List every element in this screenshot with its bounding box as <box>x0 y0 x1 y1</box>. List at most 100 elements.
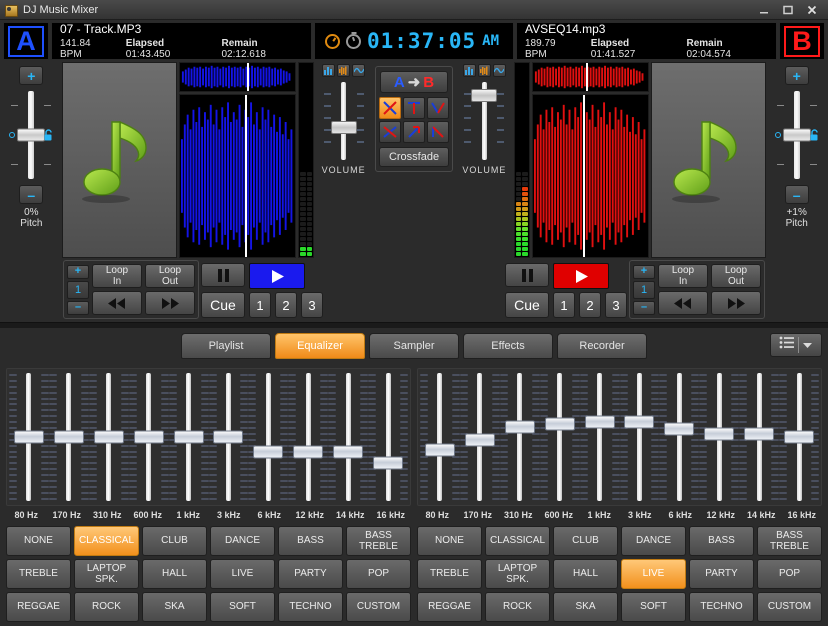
eq-b-band-1[interactable] <box>420 373 460 501</box>
eq-a-band-5[interactable] <box>168 373 209 501</box>
eq-a-preset-hall[interactable]: HALL <box>142 559 207 589</box>
eq-a-band-1[interactable] <box>9 373 49 501</box>
eq-a-preset-none[interactable]: NONE <box>6 526 71 556</box>
deck-b-pitch-up-button[interactable]: + <box>784 66 809 85</box>
eq-b-preset-dance[interactable]: DANCE <box>621 526 686 556</box>
deck-b-play-button[interactable] <box>553 263 609 289</box>
eq-a-band-10[interactable] <box>368 373 409 501</box>
deck-a-waveform-overview[interactable] <box>179 62 297 92</box>
deck-b-waveform-icon[interactable] <box>477 64 491 77</box>
eq-b-handle-7[interactable] <box>664 422 695 436</box>
eq-a-handle-1[interactable] <box>13 430 44 444</box>
eq-b-preset-soft[interactable]: SOFT <box>621 592 686 622</box>
eq-a-handle-6[interactable] <box>213 430 244 444</box>
deck-b-loop-decrease-button[interactable]: – <box>633 300 655 315</box>
deck-b-pitch-down-button[interactable]: – <box>784 185 809 204</box>
curve-cross-icon[interactable] <box>379 121 402 143</box>
tab-effects[interactable]: Effects <box>463 333 553 359</box>
deck-b-hotcue-3[interactable]: 3 <box>605 292 627 318</box>
eq-b-band-6[interactable] <box>619 373 660 501</box>
eq-b-preset-bass-treble[interactable]: BASS TREBLE <box>757 526 822 556</box>
curve-up-icon[interactable] <box>403 121 426 143</box>
eq-b-preset-none[interactable]: NONE <box>417 526 482 556</box>
deck-a-hotcue-2[interactable]: 2 <box>275 292 297 318</box>
deck-a-pitch-down-button[interactable]: – <box>19 185 44 204</box>
curve-t-icon[interactable] <box>403 97 426 119</box>
eq-b-preset-bass[interactable]: BASS <box>689 526 754 556</box>
deck-b-pause-button[interactable] <box>505 263 549 287</box>
deck-a-pitch-up-button[interactable]: + <box>19 66 44 85</box>
deck-b-loop-in-button[interactable]: Loop In <box>658 264 708 288</box>
deck-b-sinewave-icon[interactable] <box>492 64 506 77</box>
eq-a-preset-classical[interactable]: CLASSICAL <box>74 526 139 556</box>
eq-b-preset-live[interactable]: LIVE <box>621 559 686 589</box>
crossfade-ab-button[interactable]: A ➜ B <box>380 71 449 93</box>
eq-a-handle-4[interactable] <box>133 430 164 444</box>
eq-b-preset-techno[interactable]: TECHNO <box>689 592 754 622</box>
eq-a-preset-bass[interactable]: BASS <box>278 526 343 556</box>
deck-b-rewind-icon[interactable] <box>658 291 708 315</box>
maximize-icon[interactable] <box>782 4 794 16</box>
deck-a-waveform-main[interactable] <box>179 94 297 258</box>
eq-b-preset-treble[interactable]: TREBLE <box>417 559 482 589</box>
eq-a-handle-9[interactable] <box>333 445 364 459</box>
deck-a-loop-increase-button[interactable]: + <box>67 264 89 279</box>
eq-a-band-3[interactable] <box>88 373 129 501</box>
eq-a-preset-pop[interactable]: POP <box>346 559 411 589</box>
eq-a-band-2[interactable] <box>48 373 89 501</box>
deck-a-loop-out-button[interactable]: Loop Out <box>145 264 195 288</box>
deck-b-volume-handle[interactable] <box>471 89 498 102</box>
deck-b-hotcue-2[interactable]: 2 <box>579 292 601 318</box>
eq-a-preset-techno[interactable]: TECHNO <box>278 592 343 622</box>
eq-a-handle-10[interactable] <box>373 456 404 470</box>
eq-a-preset-party[interactable]: PARTY <box>278 559 343 589</box>
eq-a-preset-dance[interactable]: DANCE <box>210 526 275 556</box>
deck-b-fast-forward-icon[interactable] <box>711 291 761 315</box>
eq-b-preset-party[interactable]: PARTY <box>689 559 754 589</box>
eq-a-preset-club[interactable]: CLUB <box>142 526 207 556</box>
deck-a-fast-forward-icon[interactable] <box>145 291 195 315</box>
clock-orange-icon[interactable] <box>325 33 340 49</box>
eq-a-preset-reggae[interactable]: REGGAE <box>6 592 71 622</box>
deck-a-pitch-handle[interactable] <box>17 128 46 142</box>
eq-b-preset-pop[interactable]: POP <box>757 559 822 589</box>
eq-a-preset-rock[interactable]: ROCK <box>74 592 139 622</box>
eq-b-handle-9[interactable] <box>744 427 775 441</box>
deck-a-pitch-lock-icon[interactable] <box>43 129 54 142</box>
eq-b-band-4[interactable] <box>539 373 580 501</box>
deck-b-pitch-handle[interactable] <box>782 128 811 142</box>
deck-a-hotcue-1[interactable]: 1 <box>249 292 271 318</box>
eq-a-handle-3[interactable] <box>93 430 124 444</box>
eq-a-preset-live[interactable]: LIVE <box>210 559 275 589</box>
curve-x-icon[interactable] <box>379 97 402 119</box>
curve-v-icon[interactable] <box>427 97 450 119</box>
eq-b-preset-laptop-spk[interactable]: LAPTOP SPK. <box>485 559 550 589</box>
eq-a-band-4[interactable] <box>128 373 169 501</box>
eq-b-handle-2[interactable] <box>464 433 495 447</box>
deck-a-sinewave-icon[interactable] <box>352 64 366 77</box>
eq-a-band-8[interactable] <box>288 373 329 501</box>
deck-b-pitch-slider[interactable] <box>773 89 821 181</box>
deck-a-loop-decrease-button[interactable]: – <box>67 300 89 315</box>
eq-b-handle-10[interactable] <box>784 430 815 444</box>
eq-b-handle-3[interactable] <box>504 420 535 434</box>
minimize-icon[interactable] <box>758 4 770 16</box>
deck-b-eq-bars-icon[interactable] <box>462 64 476 77</box>
eq-b-band-10[interactable] <box>779 373 820 501</box>
deck-a-volume-slider[interactable] <box>318 81 370 161</box>
eq-a-preset-custom[interactable]: CUSTOM <box>346 592 411 622</box>
eq-b-preset-rock[interactable]: ROCK <box>485 592 550 622</box>
eq-b-handle-5[interactable] <box>584 415 615 429</box>
eq-a-preset-bass-treble[interactable]: BASS TREBLE <box>346 526 411 556</box>
close-icon[interactable] <box>806 4 818 16</box>
eq-a-handle-2[interactable] <box>53 430 84 444</box>
eq-b-band-2[interactable] <box>459 373 500 501</box>
eq-a-preset-treble[interactable]: TREBLE <box>6 559 71 589</box>
eq-b-preset-reggae[interactable]: REGGAE <box>417 592 482 622</box>
eq-a-handle-5[interactable] <box>173 430 204 444</box>
eq-b-band-3[interactable] <box>499 373 540 501</box>
eq-b-preset-hall[interactable]: HALL <box>553 559 618 589</box>
deck-b-pitch-reset-icon[interactable] <box>774 132 781 138</box>
deck-b-waveform-overview[interactable] <box>531 62 650 92</box>
deck-b-cue-button[interactable]: Cue <box>505 292 549 318</box>
